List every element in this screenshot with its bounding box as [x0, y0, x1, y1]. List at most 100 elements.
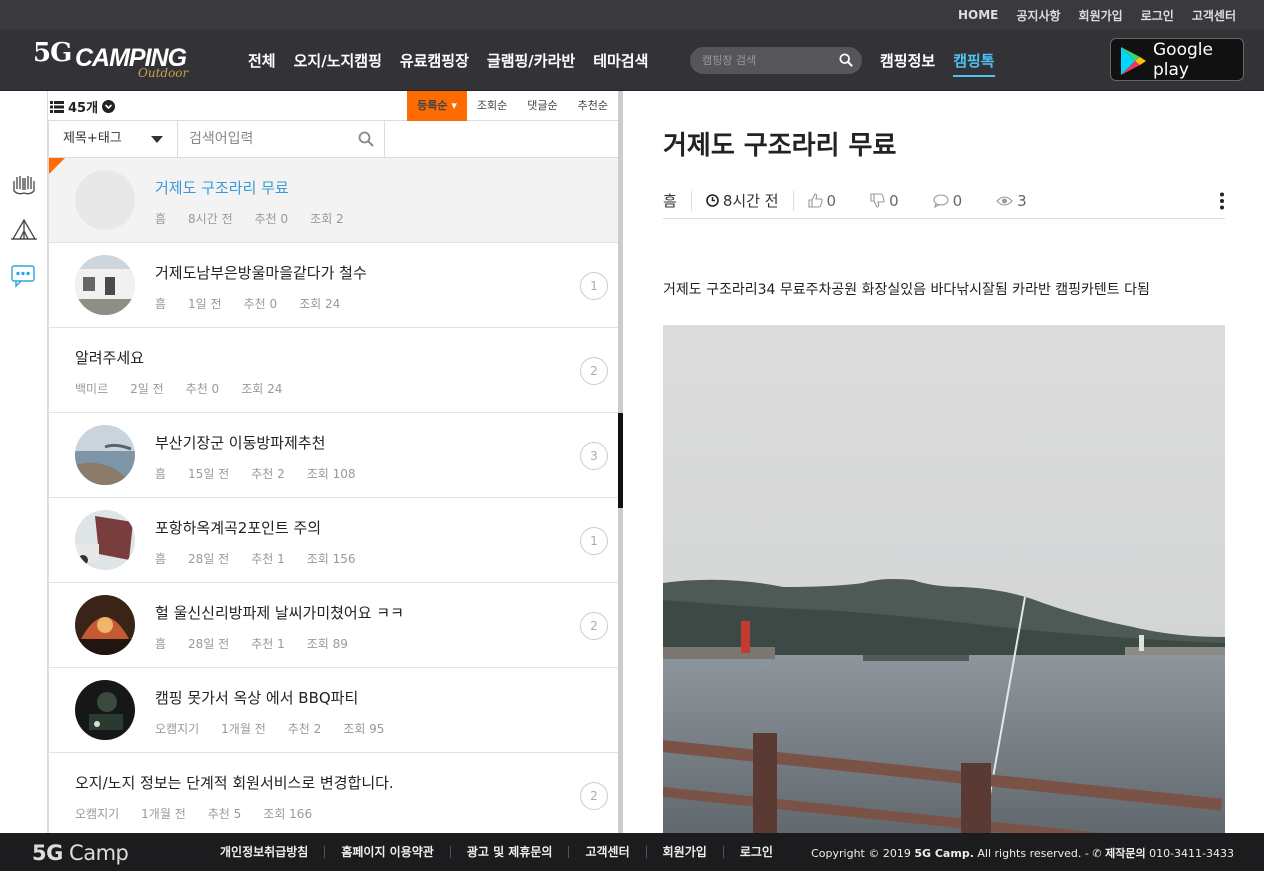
search-field-select[interactable]: 제목+태그 [49, 121, 178, 157]
copyright-pre: Copyright © 2019 [811, 847, 915, 860]
footer-terms-link[interactable]: 홈페이지 이용약관 [325, 846, 451, 858]
post-meta: 흠 8시간 전 0 0 0 3 [663, 183, 1225, 219]
post-list-pane: 45개 등록순 ▾ 조회순 댓글순 추천순 제목+태그 검색어입력 거제도 구조… [48, 91, 618, 833]
post-time: 28일 전 [188, 637, 230, 651]
like-button[interactable]: 0 [794, 191, 857, 211]
list-item[interactable]: 알려주세요 백미르 2일 전 추천 0 조회 24 2 [48, 328, 618, 413]
post-title[interactable]: 캠핑 못가서 옥상 에서 BBQ파티 [155, 687, 358, 708]
copyright-post: All rights reserved. - [973, 847, 1093, 860]
list-item[interactable]: 캠핑 못가서 옥상 에서 BBQ파티 오캠지기 1개월 전 추천 2 조회 95 [48, 668, 618, 753]
comment-count-badge: 1 [580, 272, 608, 300]
signup-link[interactable]: 회원가입 [1079, 7, 1123, 24]
post-count-value: 45개 [68, 101, 99, 116]
comment-count[interactable]: 0 [919, 191, 983, 211]
post-author: 흠 [155, 212, 167, 226]
post-title[interactable]: 부산기장군 이동방파제추천 [155, 432, 325, 453]
post-title[interactable]: 포항하옥계곡2포인트 주의 [155, 517, 321, 538]
view-count-value: 3 [1017, 191, 1027, 210]
post-title[interactable]: 알려주세요 [75, 347, 144, 368]
post-author: 오캠지기 [75, 807, 120, 821]
sort-registered[interactable]: 등록순 ▾ [407, 91, 467, 121]
home-link[interactable]: HOME [958, 8, 998, 22]
post-author: 흠 [155, 637, 167, 651]
nav-camping-info[interactable]: 캠핑정보 [880, 50, 935, 71]
post-views: 조회 24 [241, 382, 283, 396]
post-meta: 흠 28일 전 추천 1 조회 156 [155, 550, 356, 567]
post-likes: 추천 1 [251, 552, 285, 566]
support-link[interactable]: 고객센터 [1192, 7, 1236, 24]
footer-login-link[interactable]: 로그인 [724, 846, 789, 858]
google-play-button[interactable]: Google play [1110, 38, 1244, 81]
list-item[interactable]: 포항하옥계곡2포인트 주의흠 28일 전 추천 1 조회 156 1 [48, 498, 618, 583]
google-play-label: Google play [1153, 39, 1213, 80]
divider-handle[interactable] [618, 413, 623, 508]
footer-support-link[interactable]: 고객센터 [569, 846, 647, 858]
chevron-down-circle-icon[interactable] [102, 100, 116, 113]
site-logo[interactable]: 5G CAMPING Outdoor [33, 38, 208, 83]
footer-signup-link[interactable]: 회원가입 [647, 846, 724, 858]
more-options-icon[interactable] [1219, 192, 1225, 210]
post-count[interactable]: 45개 [50, 97, 116, 116]
thumbs-up-icon [807, 193, 823, 208]
post-list: 거제도 구조라리 무료 흠 8시간 전 추천 0 조회 2 거제도남부은방울마을같다가 철… [48, 158, 618, 833]
post-likes: 추천 1 [251, 637, 285, 651]
sort-views[interactable]: 조회순 [467, 91, 517, 121]
nav-glamping[interactable]: 글램핑/카라반 [487, 50, 575, 71]
comment-count-badge: 1 [580, 527, 608, 555]
sort-likes[interactable]: 추천순 [568, 91, 618, 121]
post-detail: 거제도 구조라리 무료 흠 8시간 전 0 0 0 3 거제도 구조라리34 무… [663, 91, 1225, 833]
chat-icon[interactable] [10, 261, 38, 289]
post-meta: 흠 8시간 전 추천 0 조회 2 [155, 210, 344, 227]
keyword-input[interactable]: 검색어입력 [178, 121, 385, 157]
post-title[interactable]: 거제도 구조라리 무료 [155, 177, 289, 198]
pane-divider[interactable] [618, 91, 623, 833]
post-time: 8시간 전 [188, 212, 233, 226]
notice-link[interactable]: 공지사항 [1016, 7, 1060, 24]
post-thumbnail [75, 425, 135, 485]
footer-ads-link[interactable]: 광고 및 제휴문의 [451, 846, 570, 858]
list-item[interactable]: 헐 울신신리방파제 날씨가미쳤어요 ㅋㅋ 흠 28일 전 추천 1 조회 89 2 [48, 583, 618, 668]
login-link[interactable]: 로그인 [1141, 7, 1174, 24]
search-icon[interactable] [358, 131, 374, 147]
sort-comments[interactable]: 댓글순 [517, 91, 567, 121]
footer-privacy-link[interactable]: 개인정보취급방침 [220, 846, 326, 858]
list-item[interactable]: 거제도남부은방울마을같다가 철수 흠 1일 전 추천 0 조회 24 1 [48, 243, 618, 328]
footer-copyright: Copyright © 2019 5G Camp. All rights res… [811, 845, 1234, 861]
list-filter: 제목+태그 검색어입력 [48, 121, 618, 158]
post-author: 백미르 [75, 382, 109, 396]
post-author-name: 흠 [663, 192, 677, 210]
dislike-button[interactable]: 0 [856, 191, 919, 211]
keyword-placeholder: 검색어입력 [189, 131, 254, 147]
nav-paid-camping[interactable]: 유료캠핑장 [400, 50, 469, 71]
nav-theme-search[interactable]: 테마검색 [593, 50, 648, 71]
footer-logo-bold: 5G [32, 841, 63, 865]
search-icon[interactable] [839, 53, 853, 67]
nav-wild-camping[interactable]: 오지/노지캠핑 [294, 50, 382, 71]
post-time: 2일 전 [130, 382, 164, 396]
tent-icon[interactable] [10, 215, 38, 243]
hands-icon[interactable] [10, 169, 38, 197]
dislike-count: 0 [889, 191, 899, 210]
footer-logo[interactable]: 5G Camp [32, 841, 129, 865]
like-count: 0 [826, 191, 837, 210]
clock-icon [706, 194, 719, 207]
comment-icon [933, 193, 949, 208]
list-item[interactable]: 오지/노지 정보는 단계적 회원서비스로 변경합니다. 오캠지기 1개월 전 추천 5… [48, 753, 618, 833]
post-title[interactable]: 오지/노지 정보는 단계적 회원서비스로 변경합니다. [75, 772, 394, 793]
list-header: 45개 등록순 ▾ 조회순 댓글순 추천순 [48, 91, 618, 121]
main-nav: 전체 오지/노지캠핑 유료캠핑장 글램핑/카라반 테마검색 [248, 30, 648, 91]
list-item[interactable]: 거제도 구조라리 무료 흠 8시간 전 추천 0 조회 2 [48, 158, 618, 243]
post-author[interactable]: 흠 [663, 190, 692, 211]
eye-icon [996, 195, 1013, 206]
post-thumbnail [75, 170, 135, 230]
post-thumbnail [75, 510, 135, 570]
top-utility-bar: HOME 공지사항 회원가입 로그인 고객센터 [0, 0, 1264, 30]
harbor-photo [663, 325, 1225, 833]
nav-all[interactable]: 전체 [248, 50, 276, 71]
post-title[interactable]: 헐 울신신리방파제 날씨가미쳤어요 ㅋㅋ [155, 602, 404, 623]
campsite-search-input[interactable]: 캠핑장 검색 [690, 47, 862, 74]
phone-icon: ✆ [1092, 847, 1106, 860]
post-title[interactable]: 거제도남부은방울마을같다가 철수 [155, 262, 367, 283]
nav-camping-talk[interactable]: 캠핑톡 [953, 50, 995, 77]
list-item[interactable]: 부산기장군 이동방파제추천 흠 15일 전 추천 2 조회 108 3 [48, 413, 618, 498]
